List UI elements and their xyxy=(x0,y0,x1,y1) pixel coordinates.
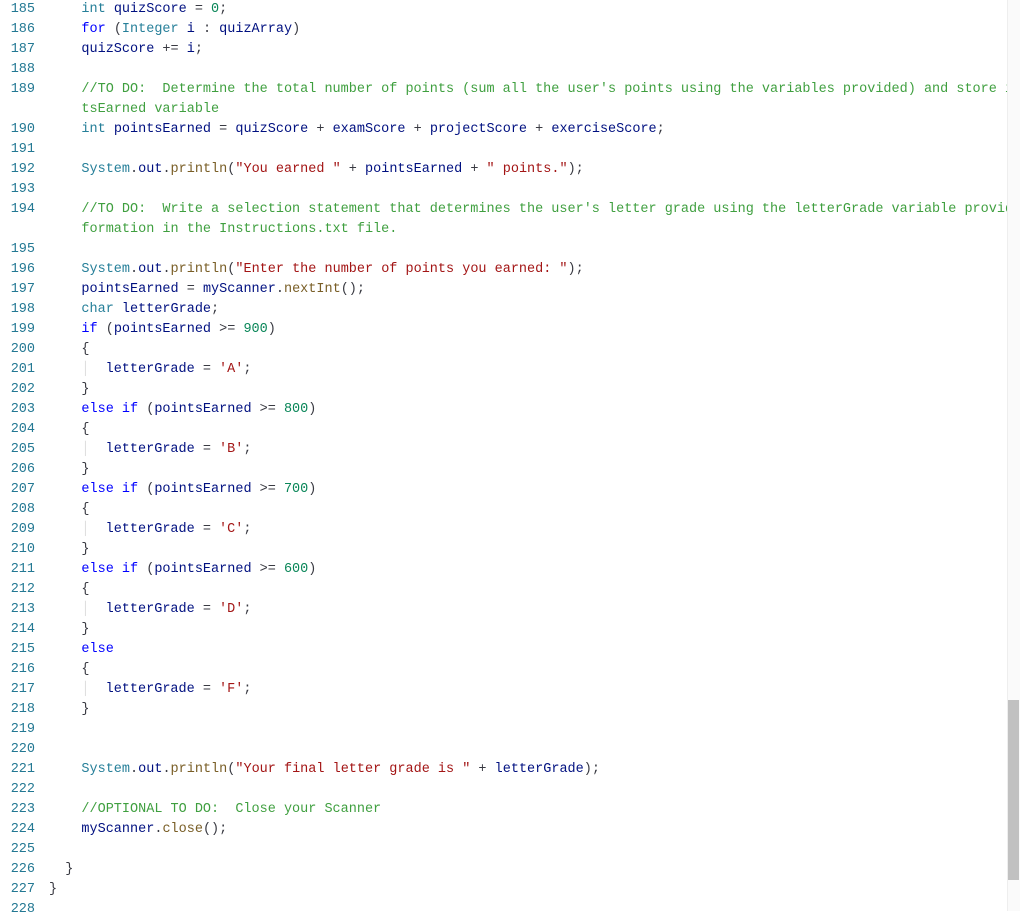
code-line[interactable] xyxy=(49,740,1012,760)
line-number: 212 xyxy=(0,580,35,600)
line-number: 189 xyxy=(0,80,35,100)
line-number: 192 xyxy=(0,160,35,180)
code-line[interactable]: myScanner.close(); xyxy=(49,820,1012,840)
line-number: 205 xyxy=(0,440,35,460)
vertical-scrollbar[interactable] xyxy=(1007,0,1020,911)
code-line[interactable]: │ letterGrade = 'D'; xyxy=(49,600,1012,620)
line-number: 207 xyxy=(0,480,35,500)
code-line[interactable]: { xyxy=(49,420,1012,440)
line-number: 221 xyxy=(0,760,35,780)
line-number: 193 xyxy=(0,180,35,200)
code-line[interactable]: pointsEarned = myScanner.nextInt(); xyxy=(49,280,1012,300)
code-line[interactable]: else if (pointsEarned >= 600) xyxy=(49,560,1012,580)
line-number: 214 xyxy=(0,620,35,640)
code-line[interactable] xyxy=(49,240,1012,260)
code-line[interactable]: else if (pointsEarned >= 800) xyxy=(49,400,1012,420)
code-line[interactable]: { xyxy=(49,500,1012,520)
line-number: 204 xyxy=(0,420,35,440)
code-line[interactable]: System.out.println("Enter the number of … xyxy=(49,260,1012,280)
code-line[interactable]: │ letterGrade = 'C'; xyxy=(49,520,1012,540)
line-number: 216 xyxy=(0,660,35,680)
code-editor[interactable]: 185186187188189 190191192193194 19519619… xyxy=(0,0,1020,920)
code-line[interactable] xyxy=(49,140,1012,160)
line-number: 228 xyxy=(0,900,35,920)
code-line[interactable] xyxy=(49,840,1012,860)
code-line[interactable] xyxy=(49,900,1012,920)
code-line[interactable]: int quizScore = 0; xyxy=(49,0,1012,20)
line-number: 215 xyxy=(0,640,35,660)
line-number: 201 xyxy=(0,360,35,380)
code-line[interactable]: │ letterGrade = 'B'; xyxy=(49,440,1012,460)
line-number: 206 xyxy=(0,460,35,480)
line-number: 220 xyxy=(0,740,35,760)
line-number: 224 xyxy=(0,820,35,840)
line-number: 200 xyxy=(0,340,35,360)
code-line[interactable] xyxy=(49,180,1012,200)
code-line[interactable]: } xyxy=(49,380,1012,400)
line-number: 226 xyxy=(0,860,35,880)
code-line[interactable]: char letterGrade; xyxy=(49,300,1012,320)
line-number: 186 xyxy=(0,20,35,40)
code-line[interactable]: } xyxy=(49,700,1012,720)
line-number: 195 xyxy=(0,240,35,260)
scrollbar-thumb[interactable] xyxy=(1008,700,1019,880)
code-line[interactable]: } xyxy=(49,540,1012,560)
line-number: 213 xyxy=(0,600,35,620)
line-number: 208 xyxy=(0,500,35,520)
line-number: 222 xyxy=(0,780,35,800)
line-number: 210 xyxy=(0,540,35,560)
line-number: 190 xyxy=(0,120,35,140)
code-line[interactable] xyxy=(49,780,1012,800)
code-line[interactable]: │ letterGrade = 'F'; xyxy=(49,680,1012,700)
line-number: 203 xyxy=(0,400,35,420)
code-line-wrap[interactable]: tsEarned variable xyxy=(49,100,1012,120)
line-number: 191 xyxy=(0,140,35,160)
code-line[interactable]: System.out.println("You earned " + point… xyxy=(49,160,1012,180)
code-line[interactable]: { xyxy=(49,660,1012,680)
code-line[interactable]: //TO DO: Determine the total number of p… xyxy=(49,80,1012,100)
code-line[interactable]: } xyxy=(49,860,1012,880)
code-line[interactable]: for (Integer i : quizArray) xyxy=(49,20,1012,40)
line-number: 194 xyxy=(0,200,35,220)
code-line[interactable]: int pointsEarned = quizScore + examScore… xyxy=(49,120,1012,140)
code-line[interactable]: //OPTIONAL TO DO: Close your Scanner xyxy=(49,800,1012,820)
code-line[interactable]: System.out.println("Your final letter gr… xyxy=(49,760,1012,780)
code-content[interactable]: int quizScore = 0; for (Integer i : quiz… xyxy=(49,0,1020,920)
line-number-gutter: 185186187188189 190191192193194 19519619… xyxy=(0,0,49,920)
code-line[interactable]: │ letterGrade = 'A'; xyxy=(49,360,1012,380)
line-number: 217 xyxy=(0,680,35,700)
line-number: 211 xyxy=(0,560,35,580)
line-number: 209 xyxy=(0,520,35,540)
code-line[interactable]: quizScore += i; xyxy=(49,40,1012,60)
line-number: 223 xyxy=(0,800,35,820)
line-number: 218 xyxy=(0,700,35,720)
line-number: 227 xyxy=(0,880,35,900)
line-number: 185 xyxy=(0,0,35,20)
code-line[interactable]: else if (pointsEarned >= 700) xyxy=(49,480,1012,500)
code-line-wrap[interactable]: formation in the Instructions.txt file. xyxy=(49,220,1012,240)
code-line[interactable] xyxy=(49,60,1012,80)
code-line[interactable]: } xyxy=(49,880,1012,900)
code-line[interactable]: if (pointsEarned >= 900) xyxy=(49,320,1012,340)
line-number: 219 xyxy=(0,720,35,740)
line-number: 198 xyxy=(0,300,35,320)
code-line[interactable] xyxy=(49,720,1012,740)
code-line[interactable]: } xyxy=(49,460,1012,480)
code-line[interactable]: else xyxy=(49,640,1012,660)
code-line[interactable]: { xyxy=(49,340,1012,360)
line-number: 199 xyxy=(0,320,35,340)
line-number: 225 xyxy=(0,840,35,860)
line-number: 202 xyxy=(0,380,35,400)
line-number: 188 xyxy=(0,60,35,80)
code-line[interactable]: { xyxy=(49,580,1012,600)
code-line[interactable]: //TO DO: Write a selection statement tha… xyxy=(49,200,1012,220)
line-number: 196 xyxy=(0,260,35,280)
code-line[interactable]: } xyxy=(49,620,1012,640)
line-number: 197 xyxy=(0,280,35,300)
line-number: 187 xyxy=(0,40,35,60)
